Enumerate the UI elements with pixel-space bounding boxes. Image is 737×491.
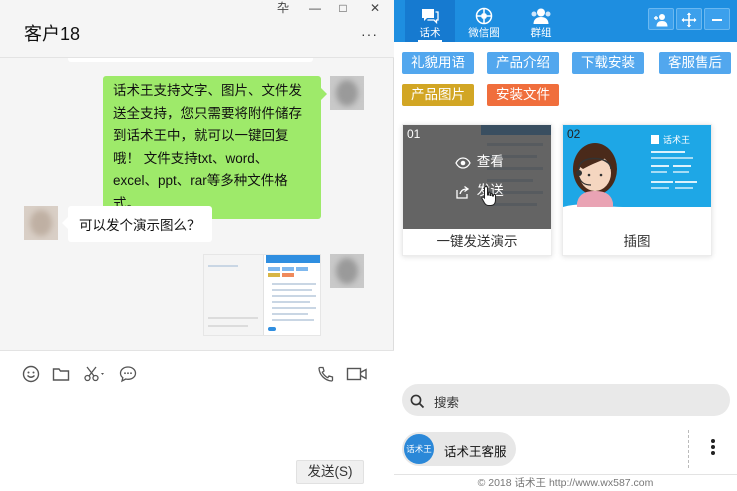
own-avatar[interactable] <box>330 76 364 110</box>
message-bubble-received[interactable]: 可以发个演示图么？ <box>62 206 212 242</box>
message-list[interactable]: 话术王支持文字、图片、文件发送全支持，您只需要将附件储存到话术王中，就可以一键回… <box>0 58 394 350</box>
card-thumbnail: 02 话术王 <box>563 125 711 229</box>
tab-scripts[interactable]: 话术 <box>405 0 455 42</box>
message-bubble-sent[interactable]: 话术王支持文字、图片、文件发送全支持，您只需要将附件储存到话术王中，就可以一键回… <box>103 76 327 219</box>
script-card[interactable]: 01 查看 发送 一键发送演示 <box>402 124 552 256</box>
add-user-button[interactable] <box>648 8 674 30</box>
card-brand-logo: 话术王 <box>663 135 691 145</box>
scissors-icon[interactable] <box>82 363 108 383</box>
move-panel-button[interactable] <box>676 8 702 30</box>
more-options-icon[interactable]: ··· <box>361 26 378 42</box>
category-product-images[interactable]: 产品图片 <box>402 84 474 106</box>
eye-icon <box>455 153 473 171</box>
tab-moments-label: 微信圈 <box>468 27 500 39</box>
close-window-button[interactable]: ✕ <box>366 1 384 15</box>
search-placeholder: 搜索 <box>434 396 460 410</box>
share-icon <box>455 182 473 200</box>
hand-cursor-icon <box>481 185 497 212</box>
folder-icon[interactable] <box>51 363 71 383</box>
divider <box>688 430 689 468</box>
script-card[interactable]: 02 话术王 插图 <box>562 124 712 256</box>
add-user-icon <box>653 11 669 27</box>
agent-selector[interactable]: 话术王 话术王客服 <box>402 432 516 466</box>
card-hover-overlay <box>403 125 551 229</box>
card-caption: 一键发送演示 <box>436 234 518 249</box>
agent-avatar: 话术王 <box>404 434 434 464</box>
pin-icon[interactable]: 卆 <box>274 1 292 15</box>
image-message-thumbnail[interactable] <box>203 254 321 336</box>
category-download-install[interactable]: 下载安装 <box>572 52 644 74</box>
category-polite-phrases[interactable]: 礼貌用语 <box>402 52 474 74</box>
customer-avatar[interactable] <box>24 206 58 240</box>
script-panel: 话术 微信圈 群组 礼貌用语 产品介绍 下载安装 客服售后 产品图片 安装文件 … <box>394 0 737 491</box>
card-thumbnail: 01 查看 发送 <box>403 125 551 229</box>
previous-message <box>68 58 313 62</box>
card-number: 02 <box>567 127 581 141</box>
card-caption: 插图 <box>623 234 651 249</box>
send-button[interactable]: 发送(S) <box>296 460 364 484</box>
category-after-sales[interactable]: 客服售后 <box>659 52 731 74</box>
move-icon <box>681 11 697 28</box>
chat-header: 客户18 卆 — □ ✕ ··· <box>0 0 394 58</box>
chat-window: 客户18 卆 — □ ✕ ··· 话术王支持文字、图片、文件发送全支持，您只需要… <box>0 0 394 491</box>
more-vertical-icon[interactable] <box>708 438 718 456</box>
card-number: 01 <box>407 127 421 141</box>
tab-moments[interactable]: 微信圈 <box>459 0 509 42</box>
minimize-panel-button[interactable] <box>704 8 730 30</box>
minimize-icon <box>710 11 724 27</box>
view-action[interactable]: 查看 <box>455 153 504 171</box>
search-box[interactable]: 搜索 <box>402 384 730 416</box>
chat-toolbar <box>0 350 394 394</box>
panel-top-nav: 话术 微信圈 群组 <box>394 0 737 42</box>
chat-icon <box>405 4 455 26</box>
copyright-footer: © 2018 话术王 http://www.wx587.com <box>394 474 737 491</box>
own-avatar[interactable] <box>330 254 364 288</box>
category-install-files[interactable]: 安装文件 <box>487 84 559 106</box>
view-action-label: 查看 <box>476 154 504 169</box>
search-icon <box>410 391 428 409</box>
minimize-window-button[interactable]: — <box>306 1 324 15</box>
phone-icon[interactable] <box>316 363 336 383</box>
agent-name: 话术王客服 <box>444 445 507 459</box>
tab-groups-label: 群组 <box>530 27 552 39</box>
moments-icon <box>459 4 509 26</box>
maximize-window-button[interactable]: □ <box>334 1 352 15</box>
emoji-icon[interactable] <box>21 363 41 383</box>
video-icon[interactable] <box>346 363 368 383</box>
group-icon <box>516 4 566 26</box>
chat-title: 客户18 <box>24 24 81 44</box>
chat-bubble-icon[interactable] <box>118 363 138 383</box>
category-product-intro[interactable]: 产品介绍 <box>487 52 559 74</box>
tab-groups[interactable]: 群组 <box>516 0 566 42</box>
tab-scripts-label: 话术 <box>418 26 442 42</box>
